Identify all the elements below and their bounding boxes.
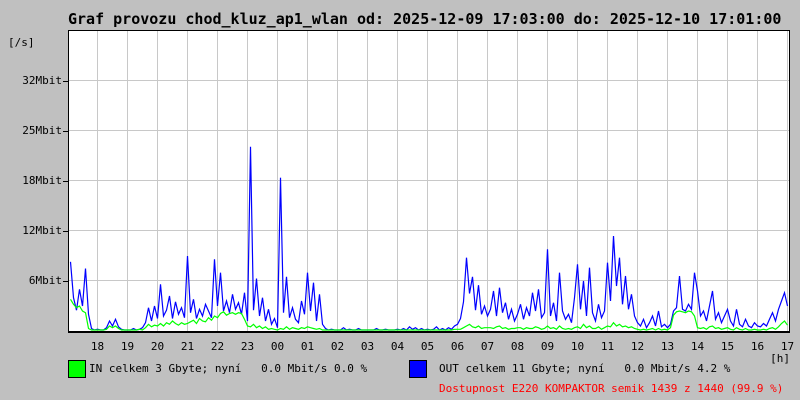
traffic-chart bbox=[69, 31, 789, 331]
x-tick-label: 17 bbox=[780, 340, 795, 353]
x-tick-label: 14 bbox=[690, 340, 705, 353]
x-axis-unit-label: [h] bbox=[770, 352, 790, 365]
x-tick-label: 18 bbox=[90, 340, 105, 353]
x-tick-label: 02 bbox=[330, 340, 345, 353]
x-tick-label: 23 bbox=[240, 340, 255, 353]
y-tick-label: 25Mbit bbox=[22, 124, 62, 137]
x-tick-label: 19 bbox=[120, 340, 135, 353]
traffic-graph-window: Graf provozu chod_kluz_ap1_wlan od: 2025… bbox=[0, 0, 800, 400]
x-tick-label: 06 bbox=[450, 340, 465, 353]
x-tick-label: 20 bbox=[150, 340, 165, 353]
in-legend-label: IN celkem 3 Gbyte; nyní 0.0 Mbit/s 0.0 % bbox=[89, 362, 368, 375]
x-tick-label: 22 bbox=[210, 340, 225, 353]
x-tick-label: 03 bbox=[360, 340, 375, 353]
x-tick-label: 01 bbox=[300, 340, 315, 353]
y-tick-label: 12Mbit bbox=[22, 224, 62, 237]
availability-text: Dostupnost E220 KOMPAKTOR semik 1439 z 1… bbox=[439, 382, 784, 395]
out-legend-label: OUT celkem 11 Gbyte; nyní 0.0 Mbit/s 4.2… bbox=[439, 362, 731, 375]
x-tick-label: 21 bbox=[180, 340, 195, 353]
x-tick-label: 11 bbox=[600, 340, 615, 353]
x-tick-label: 15 bbox=[720, 340, 735, 353]
x-tick-label: 16 bbox=[750, 340, 765, 353]
y-axis-unit-label: [/s] bbox=[8, 36, 35, 49]
plot-area bbox=[68, 30, 790, 333]
x-tick-label: 12 bbox=[630, 340, 645, 353]
y-tick-mark bbox=[63, 131, 68, 132]
y-tick-mark bbox=[63, 281, 68, 282]
y-tick-mark bbox=[63, 231, 68, 232]
y-tick-mark bbox=[63, 181, 68, 182]
x-tick-label: 04 bbox=[390, 340, 405, 353]
y-tick-label: 18Mbit bbox=[22, 174, 62, 187]
x-tick-label: 10 bbox=[570, 340, 585, 353]
x-tick-label: 05 bbox=[420, 340, 435, 353]
x-tick-label: 08 bbox=[510, 340, 525, 353]
x-tick-label: 07 bbox=[480, 340, 495, 353]
y-tick-mark bbox=[63, 81, 68, 82]
y-tick-label: 32Mbit bbox=[22, 74, 62, 87]
x-tick-label: 00 bbox=[270, 340, 285, 353]
x-tick-label: 09 bbox=[540, 340, 555, 353]
graph-title: Graf provozu chod_kluz_ap1_wlan od: 2025… bbox=[68, 10, 782, 28]
y-tick-label: 6Mbit bbox=[28, 274, 62, 287]
out-legend-swatch bbox=[409, 360, 427, 378]
x-tick-label: 13 bbox=[660, 340, 675, 353]
in-legend-swatch bbox=[68, 360, 86, 378]
